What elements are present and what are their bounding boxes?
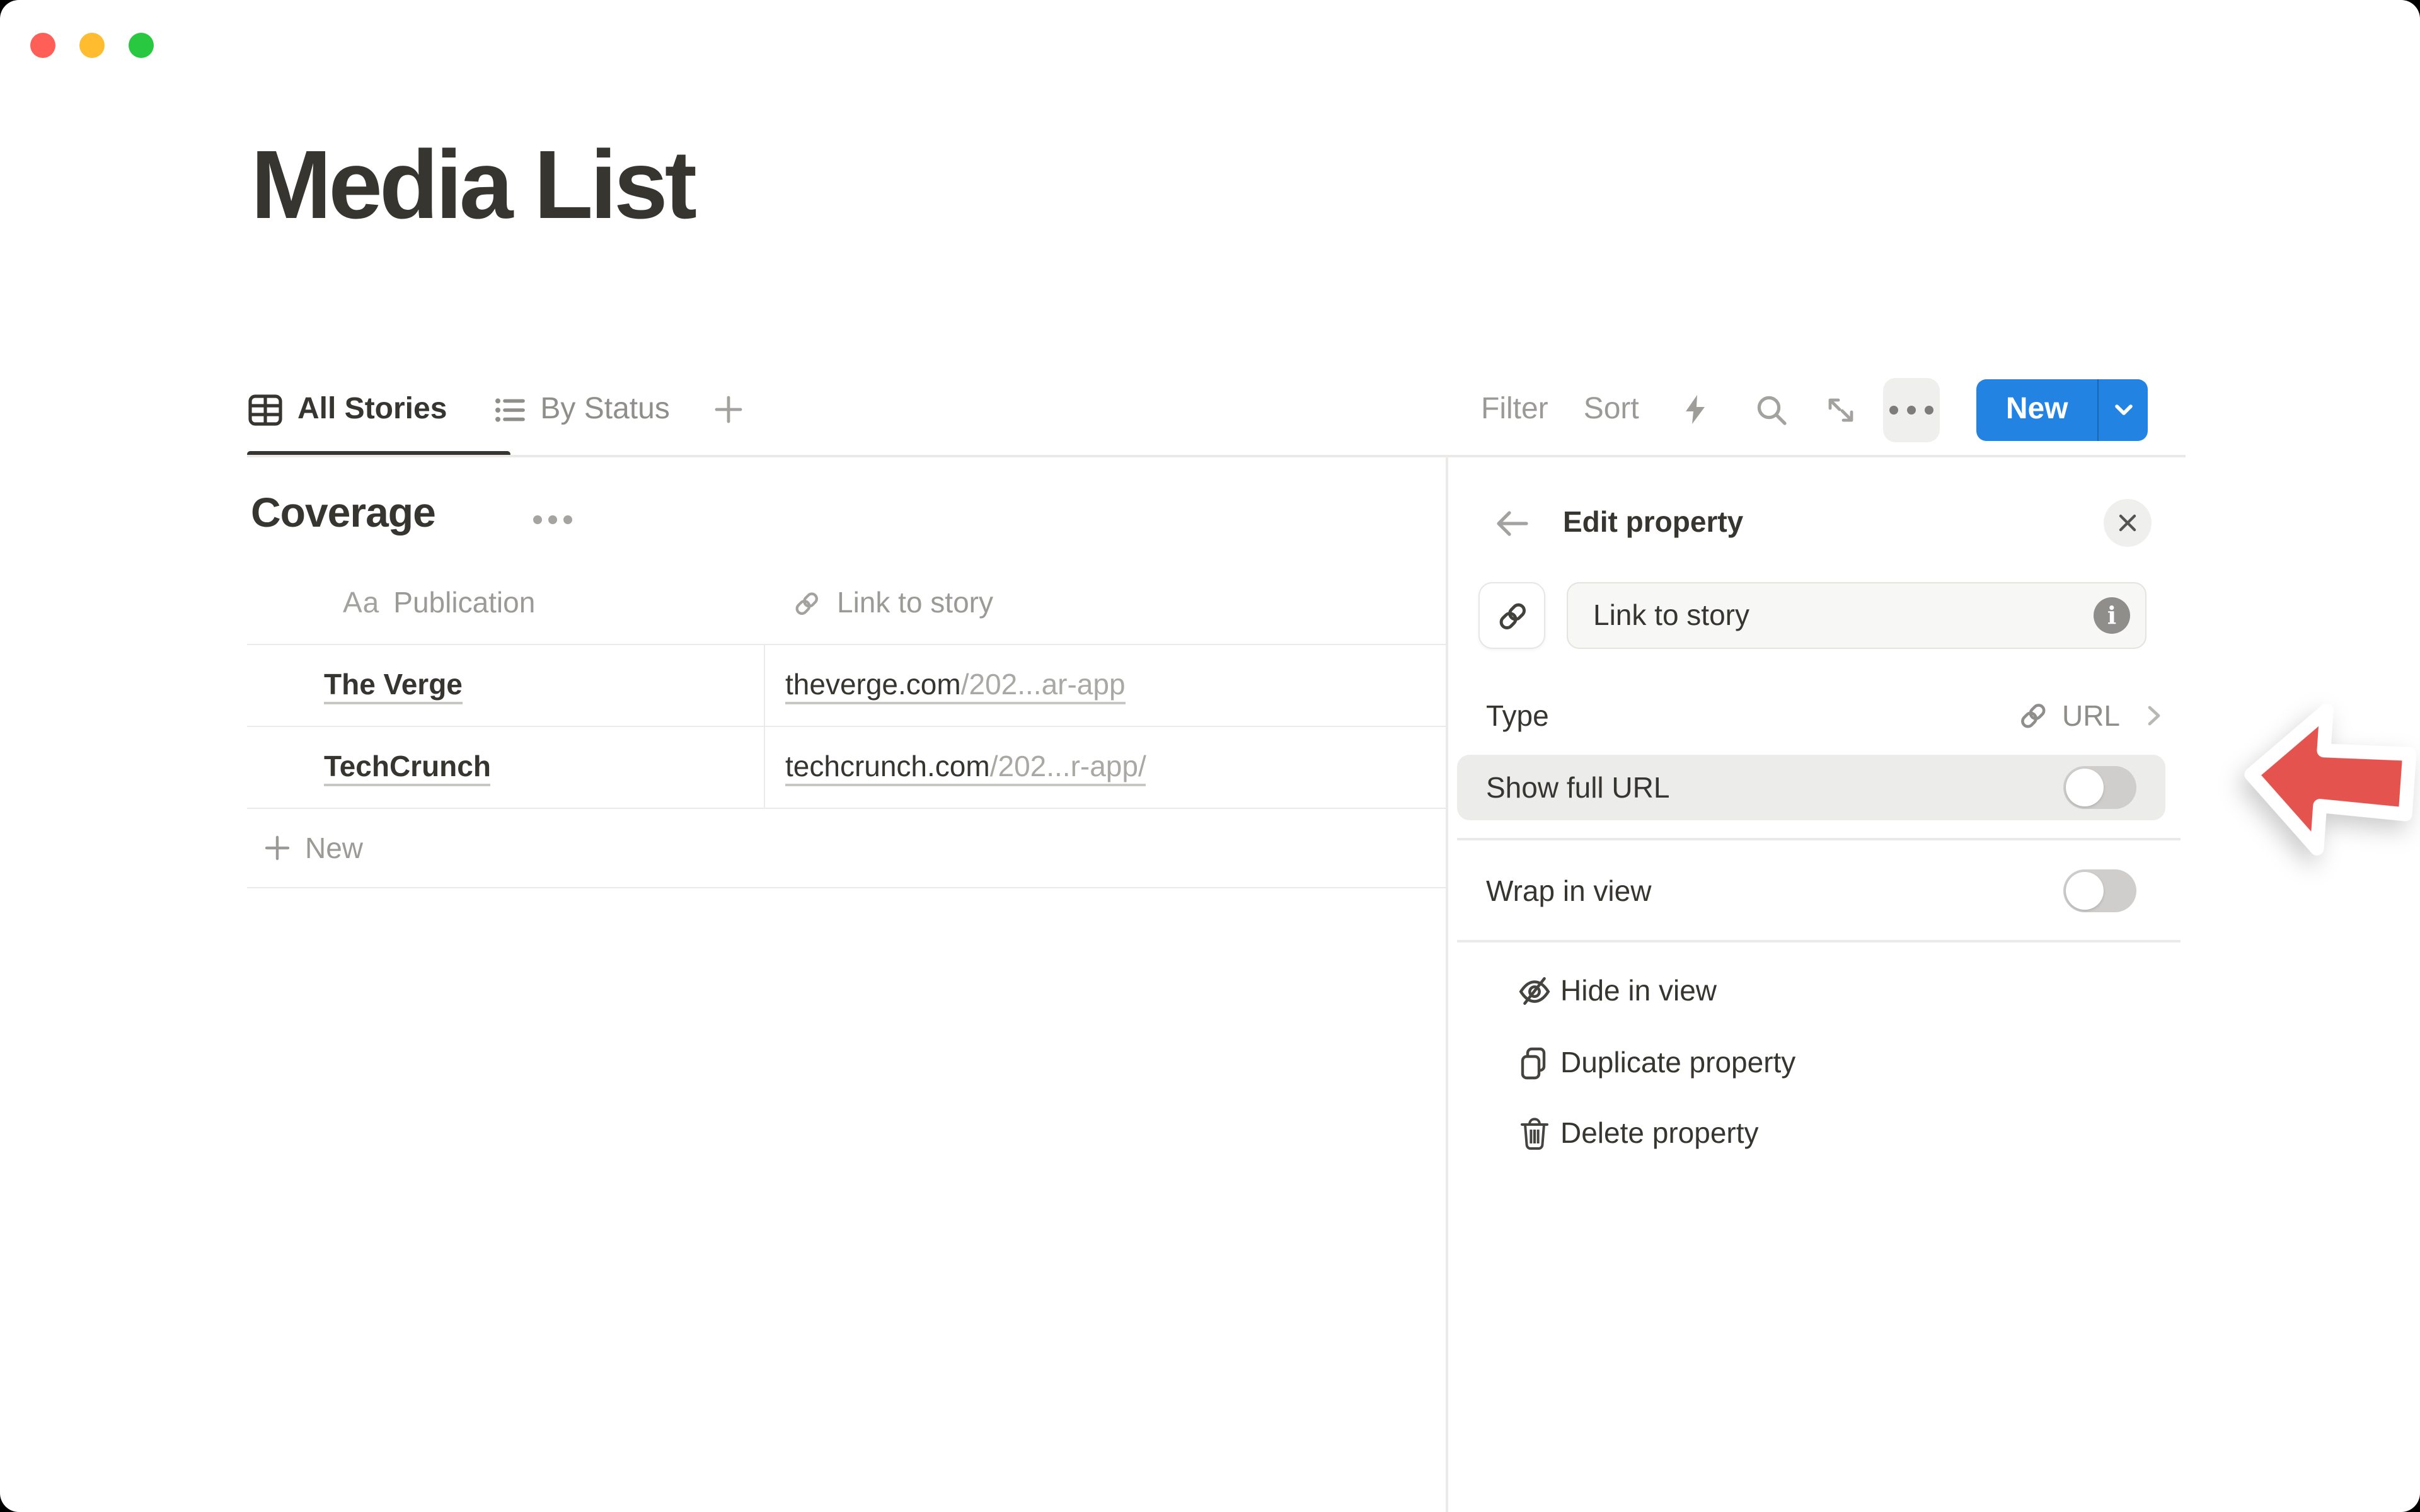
info-icon[interactable]: i [2094,597,2130,634]
plus-icon [713,393,746,426]
panel-title: Edit property [1563,505,1743,539]
menu-item-label: Delete property [1560,1116,1759,1150]
search-icon[interactable] [1755,392,1789,427]
column-label: Publication [393,586,535,620]
new-row-button[interactable]: New [247,808,1447,888]
menu-item-delete-property[interactable]: Delete property [1457,1097,2165,1169]
chevron-right-icon [2143,703,2165,728]
close-window-button[interactable] [30,33,55,58]
table-view-icon [247,392,284,427]
property-name-input[interactable]: Link to story i [1567,582,2146,649]
database-table: Aa Publication Link to story [247,562,1447,888]
page-title: Media List [251,130,694,242]
url-cell[interactable]: theverge.com/202...ar-app [765,645,1447,726]
panel-divider [1446,456,1448,1512]
publication-cell[interactable]: The Verge [247,645,765,726]
close-icon [2116,512,2139,534]
minimize-window-button[interactable] [79,33,105,58]
red-arrow-sticker [2230,682,2420,881]
eye-off-icon [1507,973,1560,1009]
window-controls [30,33,154,58]
column-label: Link to story [837,586,993,620]
column-header-link-to-story[interactable]: Link to story [765,586,1447,620]
duplicate-icon [1507,1044,1560,1082]
table-header-row: Aa Publication Link to story [247,562,1447,644]
type-row[interactable]: Type URL [1486,687,2165,745]
type-label: Type [1486,699,1549,733]
url-link[interactable]: techcrunch.com/202...r-app/ [785,748,1146,787]
tabbar-divider [247,455,2186,457]
database-title: Coverage [251,489,435,537]
lightning-icon[interactable] [1680,392,1712,427]
panel-section-divider [1457,838,2181,840]
sort-button[interactable]: Sort [1584,392,1639,427]
new-row-label: New [305,831,363,865]
url-link[interactable]: theverge.com/202...ar-app [785,666,1126,705]
page-link[interactable]: TechCrunch [324,748,491,787]
tab-label: All Stories [297,392,447,427]
wrap-in-view-toggle[interactable] [2063,869,2136,912]
new-button[interactable]: New [1977,379,2148,440]
menu-item-label: Hide in view [1560,974,1717,1008]
tab-by-status[interactable]: By Status [492,392,669,427]
add-view-button[interactable] [713,393,746,426]
link-icon [792,588,822,618]
new-button-label[interactable]: New [1977,379,2097,440]
filter-button[interactable]: Filter [1481,392,1548,427]
database-options-button[interactable] [533,515,572,524]
menu-item-label: Duplicate property [1560,1046,1795,1080]
tab-all-stories[interactable]: All Stories [247,392,447,427]
chevron-down-icon[interactable] [2099,379,2148,440]
plus-icon [262,833,292,863]
type-value: URL [2062,699,2120,733]
wrap-in-view-label: Wrap in view [1486,874,1651,908]
notion-window: Media List All Stories [0,0,2420,1512]
zoom-window-button[interactable] [129,33,154,58]
property-name-value: Link to story [1593,598,2094,633]
show-full-url-row[interactable]: Show full URL [1457,755,2165,820]
table-row: The Verge theverge.com/202...ar-app [247,644,1447,726]
close-panel-button[interactable] [2104,499,2152,547]
trash-icon [1507,1114,1560,1152]
show-full-url-label: Show full URL [1486,770,1669,805]
link-icon [2017,699,2049,732]
tab-label: By Status [540,392,669,427]
list-view-icon [492,392,526,427]
show-full-url-toggle[interactable] [2063,766,2136,809]
link-icon [1494,598,1530,633]
table-row: TechCrunch techcrunch.com/202...r-app/ [247,726,1447,808]
menu-item-hide-in-view[interactable]: Hide in view [1457,955,2165,1027]
expand-icon[interactable] [1824,392,1858,427]
text-property-icon: Aa [343,586,379,620]
url-cell[interactable]: techcrunch.com/202...r-app/ [765,727,1447,808]
page-link[interactable]: The Verge [324,666,463,705]
more-options-button[interactable] [1884,377,1940,442]
back-arrow-icon[interactable] [1492,504,1531,543]
column-header-publication[interactable]: Aa Publication [247,586,765,620]
panel-section-divider [1457,940,2181,942]
property-icon-button[interactable] [1478,582,1545,649]
wrap-in-view-row[interactable]: Wrap in view [1457,858,2165,924]
menu-item-duplicate-property[interactable]: Duplicate property [1457,1027,2165,1099]
publication-cell[interactable]: TechCrunch [247,727,765,808]
